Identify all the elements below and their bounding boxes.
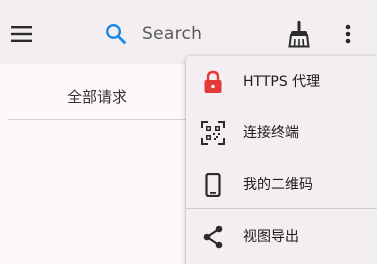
- menu-item-export-view[interactable]: 视图导出: [186, 211, 377, 263]
- menu-item-https-proxy[interactable]: HTTPS 代理: [186, 56, 377, 108]
- share-icon: [200, 224, 226, 250]
- menu-item-label: 连接终端: [243, 125, 299, 141]
- more-options-button[interactable]: [334, 18, 362, 50]
- broom-icon: [288, 21, 310, 48]
- menu-button[interactable]: [6, 18, 38, 50]
- menu-item-label: HTTPS 代理: [243, 74, 321, 90]
- qr-scan-icon: [200, 120, 226, 146]
- tab-all-requests[interactable]: 全部请求: [67, 86, 127, 107]
- menu-item-connect-terminal[interactable]: 连接终端: [186, 107, 377, 159]
- search-icon[interactable]: [104, 22, 128, 46]
- menu-item-label: 视图导出: [243, 229, 299, 245]
- hamburger-menu-icon: [11, 26, 32, 42]
- menu-item-my-qr-code[interactable]: 我的二维码: [186, 159, 377, 211]
- phone-icon: [200, 172, 226, 198]
- overflow-menu: HTTPS 代理 连接终端 我的二维码 视图导出: [186, 56, 377, 264]
- top-app-bar: Search: [0, 0, 377, 64]
- tab-divider: [8, 119, 198, 120]
- menu-divider: [186, 208, 377, 209]
- clear-button[interactable]: [284, 18, 314, 50]
- app-root: Search 全部请求 HTTPS 代理 连接终端 我的二维码 视图导出: [0, 0, 377, 264]
- more-vertical-icon: [345, 24, 351, 44]
- search-input[interactable]: Search: [142, 24, 202, 44]
- menu-item-label: 我的二维码: [243, 177, 313, 193]
- lock-icon: [200, 69, 226, 95]
